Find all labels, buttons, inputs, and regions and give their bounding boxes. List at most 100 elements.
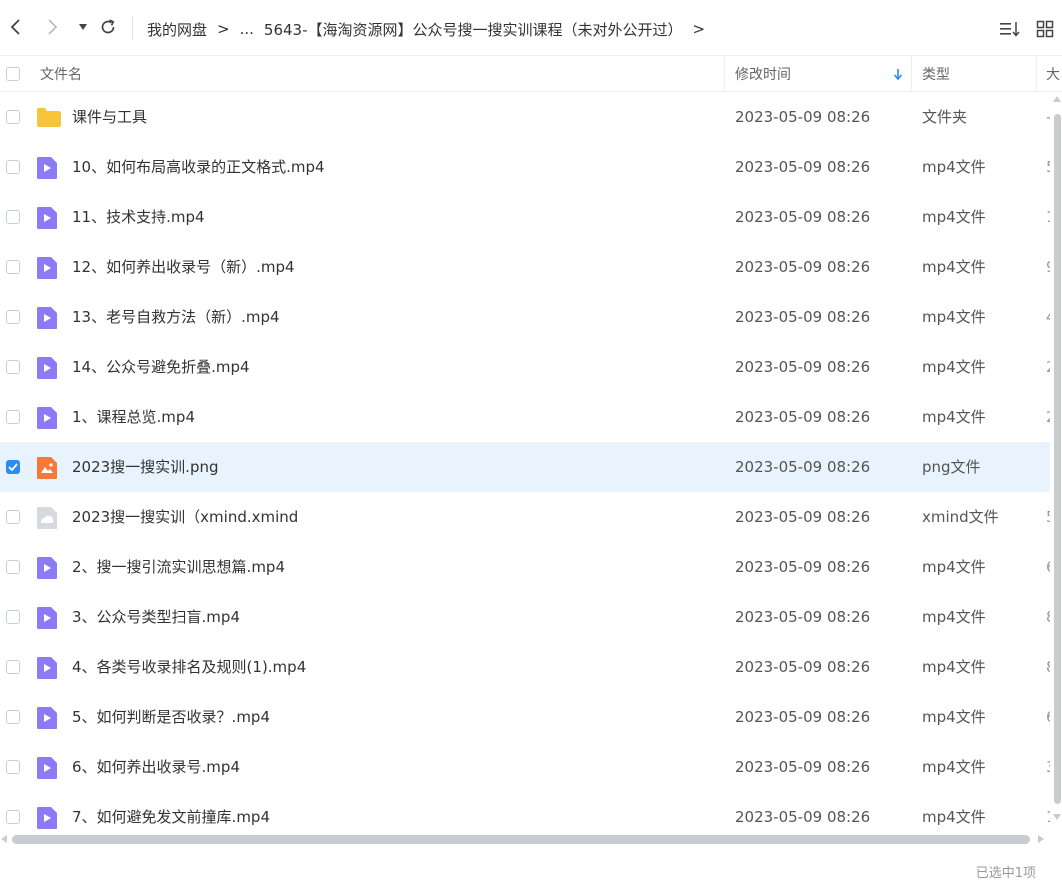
row-checkbox[interactable] (6, 410, 20, 424)
checkbox[interactable] (6, 66, 20, 81)
file-size: 5 (1046, 506, 1050, 528)
row-checkbox[interactable] (6, 160, 20, 174)
file-size: 8 (1046, 656, 1050, 678)
sort-button[interactable] (999, 18, 1021, 40)
row-checkbox[interactable] (6, 210, 20, 224)
file-row[interactable]: 11、技术支持.mp4 2023-05-09 08:26 mp4文件 1 (0, 192, 1050, 242)
file-size: 1 (1046, 806, 1050, 828)
history-dropdown-button[interactable] (72, 16, 94, 38)
video-file-icon (36, 156, 60, 180)
grid-view-button[interactable] (1034, 18, 1056, 40)
breadcrumb-trail-arrow[interactable]: > (693, 20, 706, 38)
file-name[interactable]: 4、各类号收录排名及规则(1).mp4 (72, 656, 306, 678)
file-modified-date: 2023-05-09 08:26 (735, 808, 871, 826)
file-name[interactable]: 5、如何判断是否收录？.mp4 (72, 706, 270, 728)
column-header-type[interactable]: 类型 (922, 56, 950, 91)
file-row[interactable]: 10、如何布局高收录的正文格式.mp4 2023-05-09 08:26 mp4文件… (0, 142, 1050, 192)
row-checkbox[interactable] (6, 510, 20, 524)
row-checkbox[interactable] (6, 110, 20, 124)
forward-button[interactable] (41, 16, 63, 38)
file-modified-date: 2023-05-09 08:26 (735, 208, 871, 226)
file-name[interactable]: 7、如何避免发文前撞库.mp4 (72, 806, 270, 828)
file-type: mp4文件 (922, 258, 986, 276)
horizontal-scrollbar-thumb[interactable] (12, 835, 1030, 844)
column-divider[interactable] (1036, 56, 1037, 91)
checkmark-icon (8, 463, 18, 471)
scroll-down-arrow-icon[interactable] (1053, 814, 1061, 820)
file-name[interactable]: 2023搜一搜实训（xmind.xmind (72, 506, 298, 528)
row-checkbox[interactable] (6, 810, 20, 824)
file-row[interactable]: 14、公众号避免折叠.mp4 2023-05-09 08:26 mp4文件 2 (0, 342, 1050, 392)
row-checkbox[interactable] (6, 310, 20, 324)
image-file-icon (36, 456, 60, 480)
file-name[interactable]: 10、如何布局高收录的正文格式.mp4 (72, 156, 325, 178)
scroll-left-arrow-icon[interactable] (1, 835, 7, 843)
select-all-checkbox[interactable] (6, 56, 20, 91)
file-name[interactable]: 11、技术支持.mp4 (72, 206, 205, 228)
file-row[interactable]: 2023搜一搜实训（xmind.xmind 2023-05-09 08:26 xmi… (0, 492, 1050, 542)
scroll-right-arrow-icon[interactable] (1038, 835, 1044, 843)
breadcrumb-ellipsis[interactable]: ... (240, 20, 254, 38)
file-modified-date: 2023-05-09 08:26 (735, 358, 871, 376)
file-type: mp4文件 (922, 658, 986, 676)
file-type: mp4文件 (922, 708, 986, 726)
sort-descending-icon[interactable] (893, 56, 903, 91)
breadcrumb-current[interactable]: 5643-【海淘资源网】公众号搜一搜实训课程（未对外公开过） (264, 19, 683, 40)
vertical-scrollbar-thumb[interactable] (1054, 114, 1061, 804)
file-name[interactable]: 12、如何养出收录号（新）.mp4 (72, 256, 295, 278)
file-modified-date: 2023-05-09 08:26 (735, 558, 871, 576)
file-row[interactable]: 12、如何养出收录号（新）.mp4 2023-05-09 08:26 mp4文件 9 (0, 242, 1050, 292)
file-name[interactable]: 2023搜一搜实训.png (72, 456, 219, 478)
video-file-icon (36, 406, 60, 430)
file-name[interactable]: 3、公众号类型扫盲.mp4 (72, 606, 240, 628)
video-file-icon (36, 606, 60, 630)
xmind-file-icon (36, 506, 60, 530)
file-name[interactable]: 课件与工具 (72, 106, 147, 128)
row-checkbox[interactable] (6, 610, 20, 624)
sort-icon (1000, 22, 1020, 37)
column-divider[interactable] (724, 56, 725, 91)
file-row[interactable]: 5、如何判断是否收录？.mp4 2023-05-09 08:26 mp4文件 6 (0, 692, 1050, 742)
video-file-icon (36, 556, 60, 580)
row-checkbox[interactable] (6, 260, 20, 274)
file-row[interactable]: 1、课程总览.mp4 2023-05-09 08:26 mp4文件 2 (0, 392, 1050, 442)
refresh-icon (101, 19, 115, 34)
file-name[interactable]: 13、老号自救方法（新）.mp4 (72, 306, 280, 328)
column-header-modified[interactable]: 修改时间 (735, 56, 791, 91)
column-header-name[interactable]: 文件名 (40, 56, 82, 91)
toolbar-divider (132, 16, 133, 40)
refresh-button[interactable] (97, 16, 119, 38)
video-file-icon (36, 356, 60, 380)
file-name[interactable]: 2、搜一搜引流实训思想篇.mp4 (72, 556, 285, 578)
row-checkbox[interactable] (6, 460, 20, 474)
file-row[interactable]: 2023搜一搜实训.png 2023-05-09 08:26 png文件 (0, 442, 1050, 492)
vertical-scrollbar[interactable] (1052, 92, 1062, 832)
file-row[interactable]: 3、公众号类型扫盲.mp4 2023-05-09 08:26 mp4文件 8 (0, 592, 1050, 642)
row-checkbox[interactable] (6, 660, 20, 674)
file-type: mp4文件 (922, 758, 986, 776)
column-divider[interactable] (911, 56, 912, 91)
file-name[interactable]: 6、如何养出收录号.mp4 (72, 756, 240, 778)
file-row[interactable]: 4、各类号收录排名及规则(1).mp4 2023-05-09 08:26 mp4文件… (0, 642, 1050, 692)
file-name[interactable]: 1、课程总览.mp4 (72, 406, 195, 428)
row-checkbox[interactable] (6, 710, 20, 724)
file-row[interactable]: 13、老号自救方法（新）.mp4 2023-05-09 08:26 mp4文件 4 (0, 292, 1050, 342)
file-size: 2 (1046, 356, 1050, 378)
breadcrumb-root[interactable]: 我的网盘 (147, 19, 207, 40)
file-row[interactable]: 2、搜一搜引流实训思想篇.mp4 2023-05-09 08:26 mp4文件 6 (0, 542, 1050, 592)
file-row[interactable]: 课件与工具 2023-05-09 08:26 文件夹 - (0, 92, 1050, 142)
file-size: 9 (1046, 256, 1050, 278)
file-row[interactable]: 6、如何养出收录号.mp4 2023-05-09 08:26 mp4文件 3 (0, 742, 1050, 792)
row-checkbox[interactable] (6, 760, 20, 774)
column-header-size[interactable]: 大 (1046, 56, 1060, 91)
scroll-up-arrow-icon[interactable] (1053, 96, 1061, 102)
file-row[interactable]: 7、如何避免发文前撞库.mp4 2023-05-09 08:26 mp4文件 1 (0, 792, 1050, 832)
row-checkbox[interactable] (6, 560, 20, 574)
horizontal-scrollbar[interactable] (0, 832, 1050, 846)
file-modified-date: 2023-05-09 08:26 (735, 508, 871, 526)
row-checkbox[interactable] (6, 360, 20, 374)
file-type: mp4文件 (922, 808, 986, 826)
file-name[interactable]: 14、公众号避免折叠.mp4 (72, 356, 250, 378)
video-file-icon (36, 806, 60, 830)
back-button[interactable] (5, 16, 27, 38)
